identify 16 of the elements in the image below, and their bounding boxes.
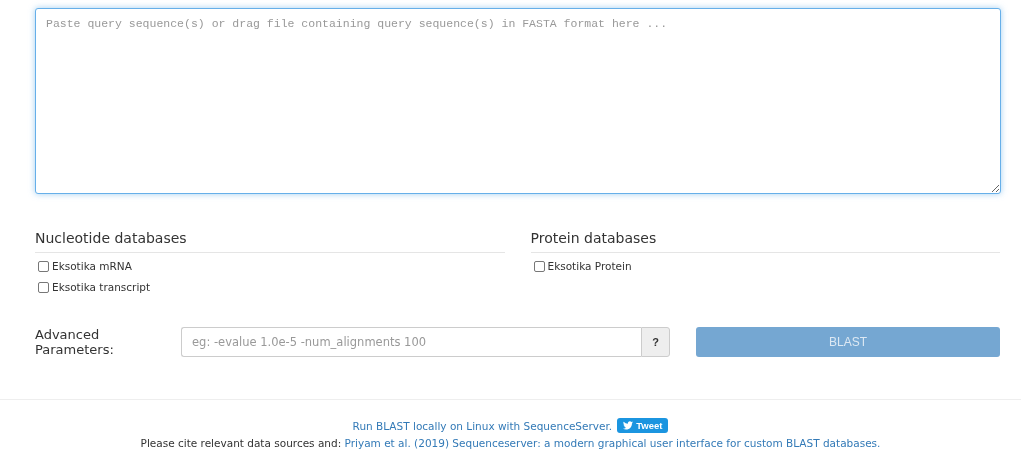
help-button[interactable]: ? xyxy=(641,327,670,357)
section-heading: Nucleotide databases xyxy=(35,230,505,253)
checkbox[interactable] xyxy=(38,281,49,293)
checkbox[interactable] xyxy=(533,260,545,272)
checkbox-label[interactable]: Eksotika mRNA xyxy=(52,260,132,272)
citation-link[interactable]: Priyam et al. (2019) Sequenceserver: a modern graphical user interface for custom BLAST databases. xyxy=(344,437,881,449)
field-label: Advanced Parameters: xyxy=(35,327,115,357)
checkbox-label[interactable]: Eksotika Protein xyxy=(547,260,632,272)
sequenceserver-link[interactable]: Run BLAST locally on Linux with SequenceServer. xyxy=(352,419,613,432)
checkbox[interactable] xyxy=(38,260,49,272)
bird-icon xyxy=(623,421,634,430)
section-heading: Protein databases xyxy=(530,230,1000,253)
parameters-input[interactable]: eg: -evalue 1.0e-5 -num_alignments 100 xyxy=(181,327,641,357)
query-textarea[interactable]: Paste query sequence(s) or drag file containing query sequence(s) in FASTA format here ... xyxy=(35,8,1001,194)
citation-text: Please cite relevant data sources and: Priyam et al. (2019) Sequenceserver: a modern graphical user interface for custom BLAST databases. xyxy=(139,437,882,449)
checkbox-label[interactable]: Eksotika transcript xyxy=(52,281,151,293)
